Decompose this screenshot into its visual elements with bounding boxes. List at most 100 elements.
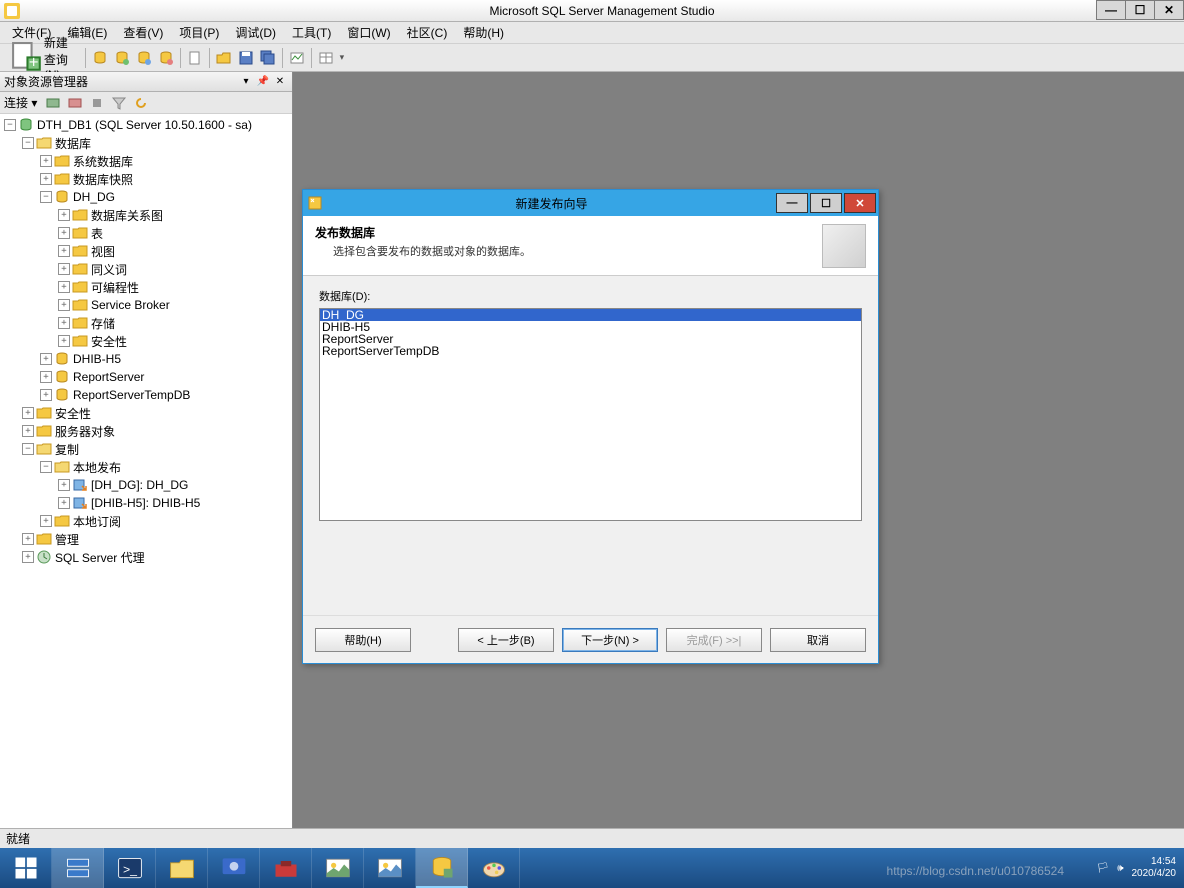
folder-icon: [72, 297, 88, 313]
task-powershell[interactable]: >_: [104, 848, 156, 888]
toolbar-separator: [85, 48, 86, 68]
tree-views[interactable]: +视图: [0, 242, 292, 260]
toolbar-separator-2: [180, 48, 181, 68]
task-photos[interactable]: [312, 848, 364, 888]
menu-debug[interactable]: 调试(D): [227, 22, 284, 43]
refresh-icon[interactable]: [131, 93, 151, 113]
tree-programmability-label: 可编程性: [91, 279, 139, 296]
next-button[interactable]: 下一步(N) >: [562, 628, 658, 652]
svg-text:>_: >_: [123, 862, 137, 876]
tree-programmability[interactable]: +可编程性: [0, 278, 292, 296]
new-query-button[interactable]: + 新建查询(N): [4, 47, 81, 69]
disconnect-icon[interactable]: [65, 93, 85, 113]
tree-security-node-label: 安全性: [91, 333, 127, 350]
tray-network-icon[interactable]: 🕪: [1117, 863, 1123, 874]
tool-file-icon[interactable]: [185, 48, 205, 68]
tool-db4-icon[interactable]: [156, 48, 176, 68]
task-ssms-active[interactable]: [416, 848, 468, 888]
tool-table-icon[interactable]: [316, 48, 336, 68]
panel-close-icon[interactable]: ✕: [272, 74, 288, 90]
menu-tools[interactable]: 工具(T): [284, 22, 339, 43]
tree-security[interactable]: +安全性: [0, 404, 292, 422]
tree-reportserver[interactable]: +ReportServer: [0, 368, 292, 386]
start-button[interactable]: [0, 848, 52, 888]
filter-icon[interactable]: [109, 93, 129, 113]
connect-label[interactable]: 连接 ▾: [4, 94, 37, 111]
panel-dropdown-icon[interactable]: ▾: [238, 74, 254, 90]
tree-dhdg[interactable]: −DH_DG: [0, 188, 292, 206]
cancel-button[interactable]: 取消: [770, 628, 866, 652]
task-paint[interactable]: [468, 848, 520, 888]
dialog-minimize-button[interactable]: —: [776, 193, 808, 213]
tree-local-pub[interactable]: −本地发布: [0, 458, 292, 476]
database-listbox[interactable]: DH_DGDHIB-H5ReportServerReportServerTemp…: [319, 308, 862, 521]
tree-dhib[interactable]: +DHIB-H5: [0, 350, 292, 368]
tree-service-broker-label: Service Broker: [91, 298, 170, 312]
menu-help[interactable]: 帮助(H): [455, 22, 512, 43]
tray-clock[interactable]: 14:54 2020/4/20: [1132, 856, 1177, 880]
dialog-close-button[interactable]: ✕: [844, 193, 876, 213]
tool-db2-icon[interactable]: [112, 48, 132, 68]
help-button[interactable]: 帮助(H): [315, 628, 411, 652]
database-list-item[interactable]: DHIB-H5: [320, 321, 861, 333]
dialog-maximize-button[interactable]: ☐: [810, 193, 842, 213]
dialog-titlebar[interactable]: 新建发布向导 — ☐ ✕: [303, 190, 878, 216]
panel-pin-icon[interactable]: 📌: [255, 74, 271, 90]
database-list-item[interactable]: DH_DG: [320, 309, 861, 321]
minimize-button[interactable]: —: [1096, 0, 1126, 20]
connect-icon[interactable]: [43, 93, 63, 113]
tree-server-root[interactable]: −DTH_DB1 (SQL Server 10.50.1600 - sa): [0, 116, 292, 134]
tool-saveall-icon[interactable]: [258, 48, 278, 68]
tree-synonyms[interactable]: +同义词: [0, 260, 292, 278]
stop-icon[interactable]: [87, 93, 107, 113]
tree-sql-agent[interactable]: +SQL Server 代理: [0, 548, 292, 566]
toolbar-dropdown-icon[interactable]: ▾: [340, 52, 345, 63]
task-remote-desktop[interactable]: [208, 848, 260, 888]
tree-db-snapshot[interactable]: +数据库快照: [0, 170, 292, 188]
maximize-button[interactable]: ☐: [1125, 0, 1155, 20]
menu-community[interactable]: 社区(C): [399, 22, 456, 43]
tree-dhdg-label: DH_DG: [73, 190, 115, 204]
tree-storage[interactable]: +存储: [0, 314, 292, 332]
task-photos-2[interactable]: [364, 848, 416, 888]
tool-db3-icon[interactable]: [134, 48, 154, 68]
tool-open-icon[interactable]: [214, 48, 234, 68]
tool-activity-icon[interactable]: [287, 48, 307, 68]
tree-local-sub-label: 本地订阅: [73, 513, 121, 530]
tree-synonyms-label: 同义词: [91, 261, 127, 278]
system-tray[interactable]: 🏳 🕪 14:54 2020/4/20: [1096, 856, 1184, 880]
task-explorer[interactable]: [156, 848, 208, 888]
tree-server-objects[interactable]: +服务器对象: [0, 422, 292, 440]
tree-tables[interactable]: +表: [0, 224, 292, 242]
svg-text:+: +: [29, 54, 39, 72]
tree-local-sub[interactable]: +本地订阅: [0, 512, 292, 530]
tree-databases[interactable]: −数据库: [0, 134, 292, 152]
tree-db-diagram[interactable]: +数据库关系图: [0, 206, 292, 224]
tool-db1-icon[interactable]: [90, 48, 110, 68]
folder-icon: [72, 243, 88, 259]
menu-view[interactable]: 查看(V): [115, 22, 171, 43]
toolbar-separator-4: [282, 48, 283, 68]
menu-project[interactable]: 项目(P): [171, 22, 227, 43]
tree-service-broker[interactable]: +Service Broker: [0, 296, 292, 314]
tree-security-node[interactable]: +安全性: [0, 332, 292, 350]
tree-pub-dhib[interactable]: +[DHIB-H5]: DHIB-H5: [0, 494, 292, 512]
folder-icon: [36, 423, 52, 439]
back-button[interactable]: < 上一步(B): [458, 628, 554, 652]
tree-system-db[interactable]: +系统数据库: [0, 152, 292, 170]
close-button[interactable]: ✕: [1154, 0, 1184, 20]
menu-window[interactable]: 窗口(W): [339, 22, 398, 43]
tree-pub-dhdg[interactable]: +[DH_DG]: DH_DG: [0, 476, 292, 494]
dialog-header-subtitle: 选择包含要发布的数据或对象的数据库。: [315, 243, 822, 259]
task-toolbox[interactable]: [260, 848, 312, 888]
tree-management[interactable]: +管理: [0, 530, 292, 548]
tree-replication[interactable]: −复制: [0, 440, 292, 458]
database-list-item[interactable]: ReportServerTempDB: [320, 345, 861, 357]
folder-icon: [54, 513, 70, 529]
finish-button[interactable]: 完成(F) >>|: [666, 628, 762, 652]
task-server-manager[interactable]: [52, 848, 104, 888]
tray-flag-icon[interactable]: 🏳: [1096, 863, 1109, 874]
tool-save-icon[interactable]: [236, 48, 256, 68]
tree-reportservertemp[interactable]: +ReportServerTempDB: [0, 386, 292, 404]
taskbar: >_ https://blog.csdn.net/u010786524 🏳 🕪 …: [0, 848, 1184, 888]
